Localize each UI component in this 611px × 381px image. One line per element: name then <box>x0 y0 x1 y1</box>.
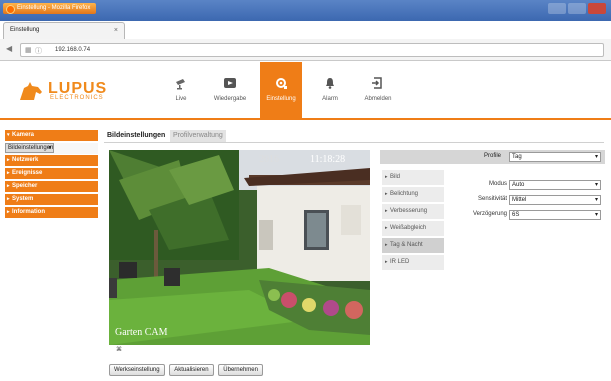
sidebar-item-kamera[interactable]: Kamera <box>5 130 98 141</box>
nav-alarm[interactable]: Alarm <box>309 62 351 120</box>
url-text[interactable]: 192.168.0.74 <box>55 47 90 53</box>
tab-bildeinstellungen[interactable]: Bildeinstellungen <box>104 130 168 142</box>
brand-sub: ELECTRONICS <box>50 95 104 101</box>
browser-tab-title: Einstellung <box>10 27 40 33</box>
modus-select[interactable]: Auto <box>509 180 601 190</box>
nav-live-label: Live <box>175 96 187 102</box>
zoom-icon[interactable]: ⌘ <box>116 346 122 353</box>
tab-profilverwaltung[interactable]: Profilverwaltung <box>170 130 226 142</box>
nav-abmelden-label: Abmelden <box>364 96 392 102</box>
nav-einstellung-label: Einstellung <box>266 96 296 102</box>
page-icon: ▦ <box>25 47 32 54</box>
play-icon <box>224 78 236 88</box>
tab-divider <box>104 142 604 143</box>
menu-item-bild[interactable]: Bild <box>382 170 444 185</box>
osd-camera-name: Garten CAM <box>115 327 168 338</box>
garden-scene-image <box>109 150 370 345</box>
osd-date: 2016 <box>259 154 279 165</box>
browser-tab[interactable]: Einstellung × <box>3 22 125 39</box>
settings-icon <box>276 78 287 89</box>
menu-item-verbesserung[interactable]: Verbesserung <box>382 204 444 219</box>
sidebar-item-system[interactable]: System <box>5 194 98 205</box>
profile-select[interactable]: Tag <box>509 152 601 162</box>
refresh-button[interactable]: Aktualisieren <box>169 364 214 376</box>
profile-bar: Profile Tag <box>380 150 605 164</box>
settings-sidebar: Kamera Bildeinstellungen Video Netzwerk … <box>5 130 98 220</box>
maximize-button[interactable] <box>568 3 586 14</box>
nav-abmelden[interactable]: Abmelden <box>357 62 399 120</box>
nav-wiedergabe[interactable]: Wiedergabe <box>209 62 251 120</box>
sidebar-subitem-bildeinstellungen[interactable]: Bildeinstellungen <box>5 143 55 153</box>
osd-time: 11:18:28 <box>310 154 346 165</box>
info-icon[interactable]: ⓘ <box>35 46 42 56</box>
bell-icon <box>326 78 334 89</box>
content-tabs: Bildeinstellungen Profilverwaltung <box>104 130 226 142</box>
delay-select[interactable]: 6S <box>509 210 601 220</box>
nav-live[interactable]: Live <box>160 62 202 120</box>
close-tab-icon[interactable]: × <box>114 27 118 34</box>
profile-label: Profile <box>484 153 502 159</box>
minimize-button[interactable] <box>548 3 566 14</box>
sensitivity-label: Sensitivität <box>477 196 507 202</box>
window-titlebar: Einstellung - Mozilla Firefox <box>0 0 611 21</box>
apply-button[interactable]: Übernehmen <box>218 364 263 376</box>
app-header: LUPUS ELECTRONICS Live Wiedergabe Einste… <box>0 62 611 120</box>
delay-label: Verzögerung <box>472 211 507 217</box>
menu-item-belichtung[interactable]: Belichtung <box>382 187 444 202</box>
modus-label: Modus <box>488 181 507 187</box>
settings-menu: Bild Belichtung Verbesserung Weißabgleic… <box>382 170 444 272</box>
menu-item-weissabgleich[interactable]: Weißabgleich <box>382 221 444 236</box>
sensitivity-select[interactable]: Mittel <box>509 195 601 205</box>
sidebar-item-ereignisse[interactable]: Ereignisse <box>5 168 98 179</box>
camera-icon <box>176 79 185 90</box>
back-icon[interactable]: ◀ <box>6 44 12 53</box>
nav-einstellung[interactable]: Einstellung <box>260 62 302 120</box>
camera-preview[interactable]: 2016 11:18:28 Garten CAM <box>109 150 370 345</box>
close-window-button[interactable] <box>588 3 606 14</box>
image-settings-panel: Profile Tag Bild Belichtung Verbesserung… <box>380 150 605 270</box>
logout-icon <box>372 77 382 89</box>
sidebar-item-netzwerk[interactable]: Netzwerk <box>5 155 98 166</box>
dog-logo-icon <box>20 82 42 100</box>
firefox-menu-button[interactable]: Einstellung - Mozilla Firefox <box>3 3 97 14</box>
menu-item-tag-nacht[interactable]: Tag & Nacht <box>382 238 444 253</box>
url-bar[interactable]: ▦ ⓘ 192.168.0.74 <box>20 43 604 57</box>
new-tab-button[interactable]: + <box>130 24 144 36</box>
nav-alarm-label: Alarm <box>322 96 338 102</box>
nav-wiedergabe-label: Wiedergabe <box>213 96 247 102</box>
sidebar-item-speicher[interactable]: Speicher <box>5 181 98 192</box>
factory-reset-button[interactable]: Werkseinstellung <box>109 364 165 376</box>
action-buttons: Werkseinstellung Aktualisieren Übernehme… <box>109 364 266 376</box>
menu-item-ir-led[interactable]: IR LED <box>382 255 444 270</box>
sidebar-item-information[interactable]: Information <box>5 207 98 218</box>
navigation-bar: ◀ ▦ ⓘ 192.168.0.74 <box>0 39 611 61</box>
